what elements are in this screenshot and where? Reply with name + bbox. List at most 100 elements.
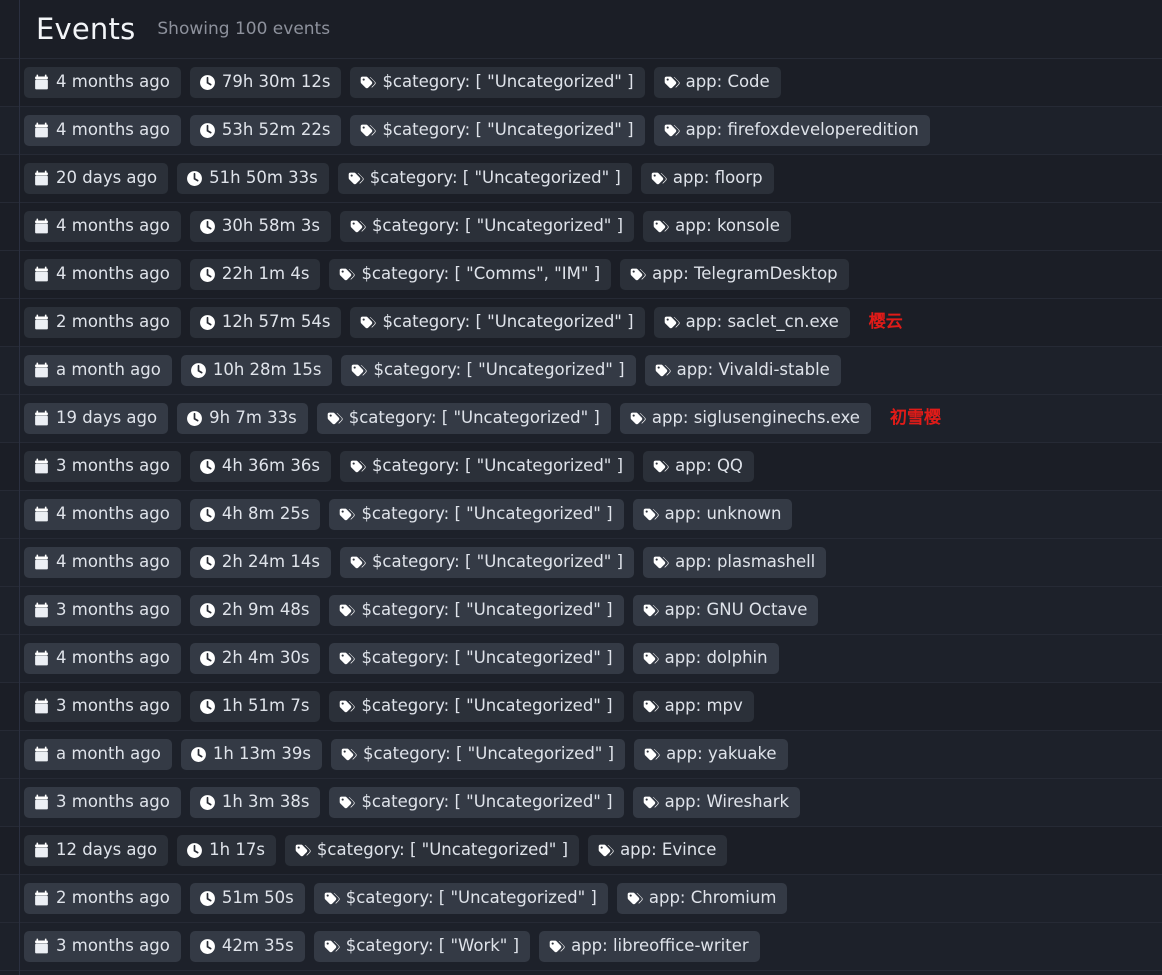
event-date-badge[interactable]: a month ago bbox=[24, 739, 172, 770]
event-duration-badge[interactable]: 4h 36m 36s bbox=[189, 451, 331, 482]
table-row[interactable]: 3 months ago 2h 9m 48s $category: [ "Uncat… bbox=[0, 587, 1162, 635]
tags-icon bbox=[642, 794, 659, 811]
event-date-badge[interactable]: 3 months ago bbox=[24, 451, 181, 482]
event-app-badge[interactable]: app: mpv bbox=[632, 691, 754, 722]
event-category-badge[interactable]: $category: [ "Uncategorized" ] bbox=[350, 307, 645, 338]
event-date-badge[interactable]: 12 days ago bbox=[24, 835, 169, 866]
table-row[interactable]: a month ago 1h 13m 39s $category: [ "Uncat… bbox=[0, 731, 1162, 779]
event-category-badge[interactable]: $category: [ "Uncategorized" ] bbox=[339, 451, 635, 482]
table-row[interactable]: 3 months ago 4h 36m 36s $category: [ "Unca… bbox=[0, 443, 1162, 491]
event-app-badge[interactable]: app: Evince bbox=[588, 835, 728, 866]
event-app-badge[interactable]: app: Chromium bbox=[616, 883, 788, 914]
table-row[interactable]: 2 months ago 12h 57m 54s $category: [ "Unc… bbox=[0, 299, 1162, 347]
event-app-badge[interactable]: app: saclet_cn.exe bbox=[653, 307, 850, 338]
event-category-badge[interactable]: $category: [ "Work" ] bbox=[313, 931, 531, 962]
event-duration-badge[interactable]: 4h 8m 25s bbox=[189, 499, 321, 530]
table-row[interactable]: 3 months ago 42m 35s $category: [ "Work" ]… bbox=[0, 923, 1162, 971]
event-date-badge[interactable]: 4 months ago bbox=[24, 115, 181, 146]
event-date-badge[interactable]: 4 months ago bbox=[24, 643, 181, 674]
event-date-badge[interactable]: 4 months ago bbox=[24, 211, 181, 242]
event-duration-badge[interactable]: 12h 57m 54s bbox=[189, 307, 342, 338]
event-app-badge[interactable]: app: GNU Octave bbox=[632, 595, 819, 626]
event-category-badge[interactable]: $category: [ "Uncategorized" ] bbox=[329, 643, 624, 674]
event-duration-badge[interactable]: 1h 13m 39s bbox=[180, 739, 322, 770]
event-app-badge[interactable]: app: unknown bbox=[632, 499, 793, 530]
event-duration-badge[interactable]: 51m 50s bbox=[189, 883, 305, 914]
event-duration-badge[interactable]: 79h 30m 12s bbox=[189, 67, 342, 98]
event-app-badge[interactable]: app: Wireshark bbox=[632, 787, 801, 818]
event-app-badge[interactable]: app: siglusenginechs.exe bbox=[619, 403, 871, 434]
event-category-badge[interactable]: $category: [ "Uncategorized" ] bbox=[313, 883, 608, 914]
event-app-badge[interactable]: app: QQ bbox=[643, 451, 754, 482]
event-date-badge[interactable]: 20 days ago bbox=[24, 163, 169, 194]
table-row[interactable]: 4 months ago 2h 4m 30s $category: [ "Uncat… bbox=[0, 635, 1162, 683]
event-category-badge[interactable]: $category: [ "Uncategorized" ] bbox=[329, 787, 624, 818]
table-row[interactable]: 2 months ago 51m 50s $category: [ "Uncateg… bbox=[0, 875, 1162, 923]
event-category-badge[interactable]: $category: [ "Uncategorized" ] bbox=[350, 115, 645, 146]
event-category-badge[interactable]: $category: [ "Uncategorized" ] bbox=[339, 211, 635, 242]
event-category-badge[interactable]: $category: [ "Uncategorized" ] bbox=[341, 355, 636, 386]
tags-icon bbox=[548, 938, 565, 955]
event-duration-badge[interactable]: 10h 28m 15s bbox=[180, 355, 333, 386]
table-row[interactable]: 3 months ago 1h 51m 7s $category: [ "Uncat… bbox=[0, 683, 1162, 731]
event-category-badge[interactable]: $category: [ "Uncategorized" ] bbox=[329, 691, 624, 722]
table-row[interactable]: 12 days ago 1h 17s $category: [ "Uncategor… bbox=[0, 827, 1162, 875]
table-row[interactable]: 19 days ago 9h 7m 33s $category: [ "Uncate… bbox=[0, 395, 1162, 443]
event-category-badge[interactable]: $category: [ "Uncategorized" ] bbox=[337, 163, 632, 194]
event-duration-badge[interactable]: 1h 17s bbox=[177, 835, 276, 866]
event-date-badge[interactable]: 4 months ago bbox=[24, 547, 181, 578]
event-date-badge-label: 4 months ago bbox=[56, 648, 170, 668]
event-duration-badge[interactable]: 1h 3m 38s bbox=[189, 787, 321, 818]
event-duration-badge[interactable]: 2h 4m 30s bbox=[189, 643, 321, 674]
event-category-badge[interactable]: $category: [ "Uncategorized" ] bbox=[329, 595, 624, 626]
table-row[interactable]: 4 months ago 22h 1m 4s $category: [ "Comms… bbox=[0, 251, 1162, 299]
event-date-badge[interactable]: 3 months ago bbox=[24, 691, 181, 722]
event-app-badge[interactable]: app: Vivaldi-stable bbox=[644, 355, 841, 386]
event-date-badge[interactable]: 4 months ago bbox=[24, 259, 181, 290]
event-app-badge[interactable]: app: dolphin bbox=[632, 643, 779, 674]
event-app-badge[interactable]: app: konsole bbox=[643, 211, 791, 242]
event-date-badge[interactable]: 3 months ago bbox=[24, 787, 181, 818]
event-duration-badge[interactable]: 1h 51m 7s bbox=[189, 691, 321, 722]
table-row[interactable]: 3 months ago 1h 3m 38s $category: [ "Uncat… bbox=[0, 779, 1162, 827]
event-app-badge[interactable]: app: yakuake bbox=[634, 739, 788, 770]
event-category-badge[interactable]: $category: [ "Uncategorized" ] bbox=[330, 739, 626, 770]
table-row[interactable]: 4 months ago 4h 8m 25s $category: [ "Uncat… bbox=[0, 491, 1162, 539]
event-category-badge[interactable]: $category: [ "Uncategorized" ] bbox=[316, 403, 611, 434]
event-duration-badge[interactable]: 9h 7m 33s bbox=[177, 403, 308, 434]
event-date-badge[interactable]: 3 months ago bbox=[24, 595, 181, 626]
event-duration-badge[interactable]: 2h 24m 14s bbox=[189, 547, 331, 578]
event-duration-badge[interactable]: 51h 50m 33s bbox=[177, 163, 329, 194]
event-category-badge[interactable]: $category: [ "Uncategorized" ] bbox=[284, 835, 580, 866]
table-row[interactable]: a month ago 10h 28m 15s $category: [ "Unca… bbox=[0, 347, 1162, 395]
event-app-badge[interactable]: app: plasmashell bbox=[643, 547, 827, 578]
event-date-badge[interactable]: 3 months ago bbox=[24, 931, 181, 962]
event-category-badge-label: $category: [ "Work" ] bbox=[345, 936, 520, 956]
event-date-badge[interactable]: a month ago bbox=[24, 355, 172, 386]
table-row[interactable]: 4 months ago 2h 24m 14s $category: [ "Unca… bbox=[0, 539, 1162, 587]
table-row[interactable]: 4 months ago 53h 52m 22s $category: [ "Unc… bbox=[0, 107, 1162, 155]
table-row[interactable]: 4 months ago 30h 58m 3s $category: [ "Unca… bbox=[0, 203, 1162, 251]
event-category-badge[interactable]: $category: [ "Uncategorized" ] bbox=[350, 67, 645, 98]
event-date-badge[interactable]: 4 months ago bbox=[24, 499, 181, 530]
event-category-badge[interactable]: $category: [ "Comms", "IM" ] bbox=[329, 259, 612, 290]
event-category-badge[interactable]: $category: [ "Uncategorized" ] bbox=[339, 547, 635, 578]
event-duration-badge[interactable]: 30h 58m 3s bbox=[189, 211, 331, 242]
event-duration-badge[interactable]: 2h 9m 48s bbox=[189, 595, 321, 626]
table-row[interactable]: 20 days ago 51h 50m 33s $category: [ "Unca… bbox=[0, 155, 1162, 203]
event-app-badge[interactable]: app: firefoxdeveloperedition bbox=[653, 115, 930, 146]
event-app-badge[interactable]: app: Code bbox=[653, 67, 781, 98]
event-category-badge[interactable]: $category: [ "Uncategorized" ] bbox=[329, 499, 624, 530]
table-row[interactable]: 4 months ago 79h 30m 12s $category: [ "Unc… bbox=[0, 59, 1162, 107]
event-app-badge[interactable]: app: libreoffice-writer bbox=[539, 931, 760, 962]
event-app-badge[interactable]: app: floorp bbox=[640, 163, 774, 194]
event-date-badge[interactable]: 19 days ago bbox=[24, 403, 169, 434]
event-duration-badge[interactable]: 22h 1m 4s bbox=[189, 259, 321, 290]
event-date-badge[interactable]: 2 months ago bbox=[24, 883, 181, 914]
event-app-badge[interactable]: app: TelegramDesktop bbox=[620, 259, 849, 290]
event-duration-badge[interactable]: 53h 52m 22s bbox=[189, 115, 342, 146]
event-date-badge[interactable]: 2 months ago bbox=[24, 307, 181, 338]
event-duration-badge[interactable]: 42m 35s bbox=[189, 931, 305, 962]
calendar-icon bbox=[33, 794, 50, 811]
event-date-badge[interactable]: 4 months ago bbox=[24, 67, 181, 98]
